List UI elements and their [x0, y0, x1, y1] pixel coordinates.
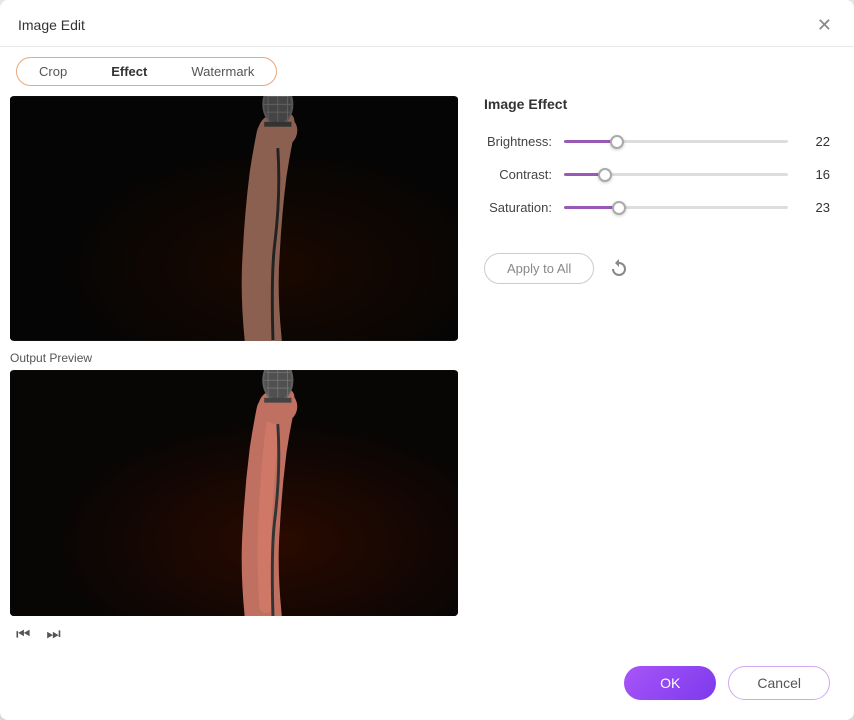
left-panel: Output Preview — [0, 96, 468, 650]
footer: OK Cancel — [0, 650, 854, 720]
cancel-button[interactable]: Cancel — [728, 666, 830, 700]
content-area: Output Preview — [0, 86, 854, 650]
reset-icon — [608, 258, 630, 280]
contrast-label: Contrast: — [484, 167, 564, 182]
brightness-value: 22 — [800, 134, 830, 149]
reset-button[interactable] — [606, 256, 632, 282]
saturation-label: Saturation: — [484, 200, 564, 215]
tab-bar: Crop Effect Watermark — [0, 47, 854, 86]
saturation-row: Saturation: 23 — [484, 200, 830, 215]
contrast-row: Contrast: 16 — [484, 167, 830, 182]
next-frame-button[interactable]: ⏭ — [42, 624, 64, 646]
saturation-slider[interactable] — [564, 206, 788, 209]
title-bar: Image Edit ✕ — [0, 0, 854, 47]
original-image — [10, 96, 458, 341]
brightness-row: Brightness: 22 — [484, 134, 830, 149]
close-button[interactable]: ✕ — [813, 14, 836, 36]
tab-crop[interactable]: Crop — [17, 58, 89, 85]
tab-group: Crop Effect Watermark — [16, 57, 277, 86]
output-preview — [10, 370, 458, 616]
apply-to-all-button[interactable]: Apply to All — [484, 253, 594, 284]
apply-row: Apply to All — [484, 253, 830, 284]
image-edit-dialog: Image Edit ✕ Crop Effect Watermark — [0, 0, 854, 720]
brightness-label: Brightness: — [484, 134, 564, 149]
contrast-slider[interactable] — [564, 173, 788, 176]
output-preview-label: Output Preview — [10, 351, 458, 365]
dialog-title: Image Edit — [18, 17, 85, 33]
ok-button[interactable]: OK — [624, 666, 716, 700]
effect-title: Image Effect — [484, 96, 830, 112]
output-image — [10, 370, 458, 616]
original-preview — [10, 96, 458, 341]
tab-watermark[interactable]: Watermark — [169, 58, 276, 85]
saturation-value: 23 — [800, 200, 830, 215]
right-panel: Image Effect Brightness: 22 Contrast: 16… — [468, 96, 854, 650]
brightness-slider[interactable] — [564, 140, 788, 143]
prev-frame-button[interactable]: ⏮ — [12, 624, 34, 646]
contrast-value: 16 — [800, 167, 830, 182]
playback-bar: ⏮ ⏭ — [10, 616, 458, 650]
tab-effect[interactable]: Effect — [89, 58, 169, 85]
